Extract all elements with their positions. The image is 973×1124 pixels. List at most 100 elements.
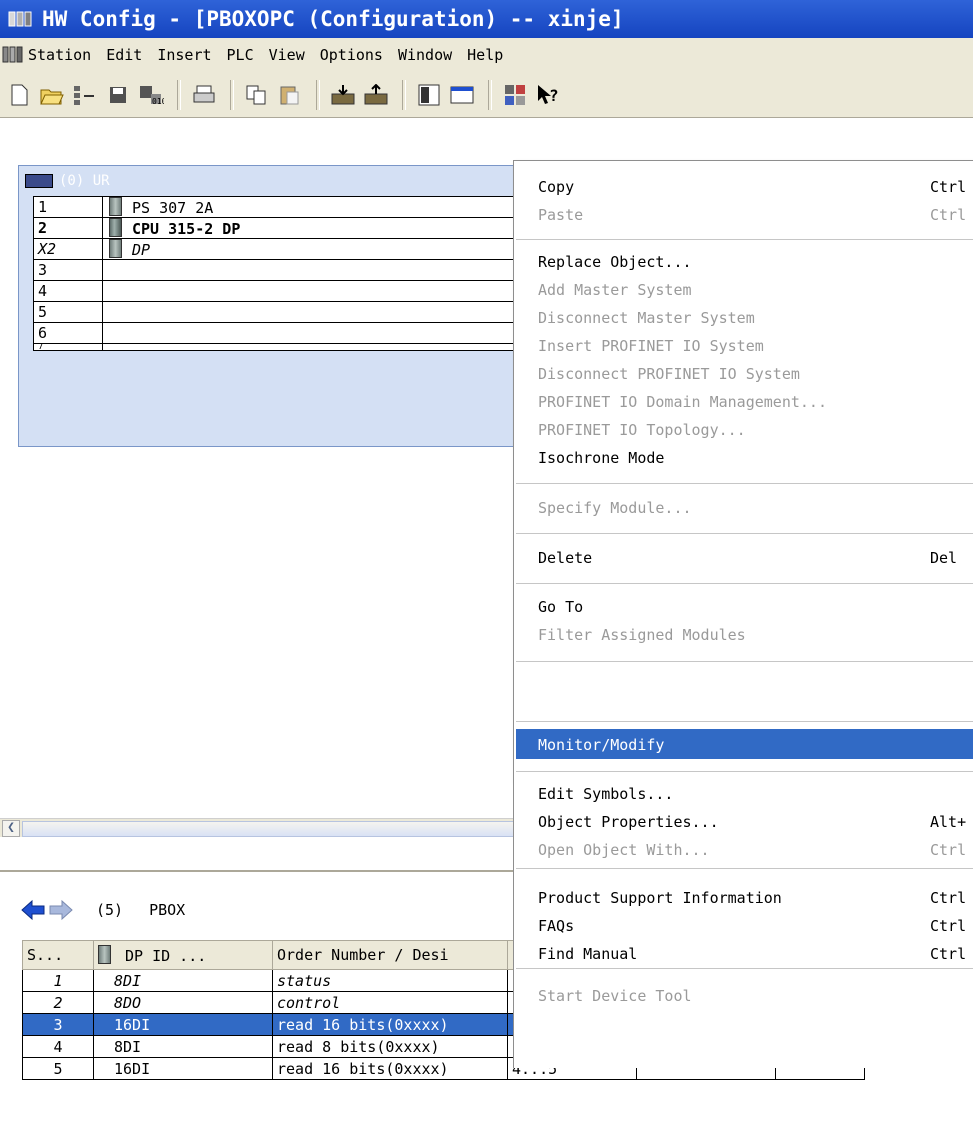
print-icon[interactable] bbox=[189, 80, 219, 110]
rack-row[interactable]: 1 PS 307 2A bbox=[33, 196, 543, 218]
detail-dpid-cell: 8DI bbox=[93, 1035, 273, 1058]
menu-separator bbox=[516, 483, 973, 484]
menu-item-label: Open Object With... bbox=[538, 841, 710, 859]
rack-module-cell[interactable]: CPU 315-2 DP bbox=[102, 217, 543, 239]
menu-item-label: Find Manual bbox=[538, 945, 638, 963]
network-icon[interactable] bbox=[500, 80, 530, 110]
rack-window: (0) UR 1 PS 307 2A 2 CPU 315-2 DP X2 DP 3 4 5 6 7 bbox=[18, 165, 543, 447]
detail-dpid-cell: 8DI bbox=[93, 969, 273, 992]
forward-arrow-icon[interactable] bbox=[48, 899, 74, 921]
context-menu-lower: Edit Symbols... Object Properties... Alt+ O… bbox=[513, 780, 973, 1068]
menu-separator bbox=[516, 968, 973, 969]
menu-separator bbox=[516, 661, 973, 662]
rack-row[interactable]: 3 bbox=[33, 259, 543, 281]
rack-module-cell[interactable] bbox=[102, 280, 543, 302]
menu-item-label: Add Master System bbox=[538, 281, 692, 299]
rack-slot-number: 7 bbox=[33, 343, 103, 351]
rack-module-cell[interactable] bbox=[102, 343, 543, 351]
menu-item-add-master-system: Add Master System bbox=[538, 276, 692, 304]
detail-order-cell: read 16 bits(0xxxx) bbox=[272, 1013, 508, 1036]
hardware-catalog-icon[interactable] bbox=[447, 80, 477, 110]
menu-bar: Station Edit Insert PLC View Options Win… bbox=[0, 38, 973, 72]
rack-row[interactable]: 7 bbox=[33, 343, 543, 351]
menu-item-product-support-information[interactable]: Product Support Information Ctrl bbox=[538, 884, 966, 912]
upload-icon[interactable] bbox=[361, 80, 391, 110]
toolbar-separator bbox=[316, 79, 320, 110]
menu-item-copy[interactable]: Copy Ctrl bbox=[538, 173, 966, 201]
rack-module-cell[interactable]: DP bbox=[102, 238, 543, 260]
menu-item-faqs[interactable]: FAQs Ctrl bbox=[538, 912, 966, 940]
menu-view[interactable]: View bbox=[269, 46, 305, 64]
menu-item-isochrone-mode[interactable]: Isochrone Mode bbox=[538, 444, 664, 472]
new-icon[interactable] bbox=[4, 80, 34, 110]
svg-text:010: 010 bbox=[152, 97, 164, 106]
detail-view-header: (5) PBOX bbox=[20, 890, 515, 930]
menu-plc[interactable]: PLC bbox=[227, 46, 254, 64]
rack-row[interactable]: 2 CPU 315-2 DP bbox=[33, 217, 543, 239]
rack-title: (0) UR bbox=[25, 170, 110, 192]
rack-row[interactable]: 5 bbox=[33, 301, 543, 323]
rack-icon bbox=[25, 174, 53, 188]
context-menu: Copy Ctrl Paste Ctrl Replace Object... Add Ma… bbox=[513, 160, 973, 782]
column-header-slot[interactable]: S... bbox=[22, 940, 94, 970]
save-icon[interactable] bbox=[103, 80, 133, 110]
rack-module-cell[interactable] bbox=[102, 301, 543, 323]
save-compile-icon[interactable]: 010 bbox=[136, 80, 166, 110]
menu-item-label: Object Properties... bbox=[538, 813, 719, 831]
pane-splitter[interactable] bbox=[0, 838, 515, 872]
menu-item-delete[interactable]: Delete Del bbox=[538, 544, 957, 572]
rack-slot-number: 6 bbox=[33, 322, 103, 344]
download-icon[interactable] bbox=[328, 80, 358, 110]
menu-item-find-manual[interactable]: Find Manual Ctrl bbox=[538, 940, 966, 968]
document-menu-icon[interactable] bbox=[2, 45, 24, 65]
menu-edit[interactable]: Edit bbox=[106, 46, 142, 64]
copy-icon[interactable] bbox=[242, 80, 272, 110]
detail-slot-cell: 5 bbox=[22, 1057, 94, 1080]
detail-dpid-cell: 8DO bbox=[93, 991, 273, 1014]
menu-item-shortcut: Ctrl bbox=[930, 917, 967, 935]
back-arrow-icon[interactable] bbox=[20, 899, 46, 921]
menu-item-label: Delete bbox=[538, 549, 593, 567]
rack-row[interactable]: 4 bbox=[33, 280, 543, 302]
module-icon bbox=[109, 239, 122, 258]
rack-slot-number: X2 bbox=[33, 238, 103, 260]
rack-module-cell[interactable] bbox=[102, 322, 543, 344]
paste-icon[interactable] bbox=[275, 80, 305, 110]
open-icon[interactable] bbox=[37, 80, 67, 110]
menu-item-profinet-io-topology: PROFINET IO Topology... bbox=[538, 416, 746, 444]
accessible-nodes-icon[interactable] bbox=[70, 80, 100, 110]
detail-order-cell: status bbox=[272, 969, 508, 992]
menu-insert[interactable]: Insert bbox=[157, 46, 211, 64]
menu-item-label: PROFINET IO Domain Management... bbox=[538, 393, 827, 411]
scrollbar-thumb[interactable] bbox=[22, 821, 514, 837]
rack-module-name: CPU 315-2 DP bbox=[132, 220, 241, 238]
menu-item-label: Disconnect PROFINET IO System bbox=[538, 365, 800, 383]
menu-station[interactable]: Station bbox=[28, 46, 91, 64]
menu-item-edit-symbols[interactable]: Edit Symbols... bbox=[538, 780, 673, 808]
menu-item-shortcut: Ctrl bbox=[930, 889, 967, 907]
menu-item-object-properties[interactable]: Object Properties... Alt+ bbox=[538, 808, 966, 836]
scroll-left-icon[interactable]: ❮ bbox=[2, 820, 20, 837]
rack-row[interactable]: X2 DP bbox=[33, 238, 543, 260]
menu-item-label: Product Support Information bbox=[538, 889, 782, 907]
horizontal-scrollbar[interactable]: ❮ bbox=[0, 818, 515, 837]
menu-item-disconnect-profinet-io-system: Disconnect PROFINET IO System bbox=[538, 360, 800, 388]
menu-item-replace-object[interactable]: Replace Object... bbox=[538, 248, 692, 276]
menu-options[interactable]: Options bbox=[320, 46, 383, 64]
toolbar-separator bbox=[177, 79, 181, 110]
rack-module-cell[interactable]: PS 307 2A bbox=[102, 196, 543, 218]
column-header-dp-id[interactable]: DP ID ... bbox=[93, 940, 273, 970]
hw-config-app-icon bbox=[8, 8, 36, 30]
rack-row[interactable]: 6 bbox=[33, 322, 543, 344]
catalog-icon[interactable] bbox=[414, 80, 444, 110]
help-icon[interactable]: ? bbox=[533, 80, 563, 110]
menu-window[interactable]: Window bbox=[398, 46, 452, 64]
column-header-order-number[interactable]: Order Number / Desi bbox=[272, 940, 508, 970]
rack-module-cell[interactable] bbox=[102, 259, 543, 281]
menu-item-monitor-modify[interactable]: Monitor/Modify bbox=[538, 731, 664, 759]
menu-item-paste: Paste Ctrl bbox=[538, 201, 966, 229]
menu-item-go-to[interactable]: Go To bbox=[538, 593, 583, 621]
detail-order-cell: control bbox=[272, 991, 508, 1014]
menu-item-label: Isochrone Mode bbox=[538, 449, 665, 467]
menu-help[interactable]: Help bbox=[467, 46, 503, 64]
